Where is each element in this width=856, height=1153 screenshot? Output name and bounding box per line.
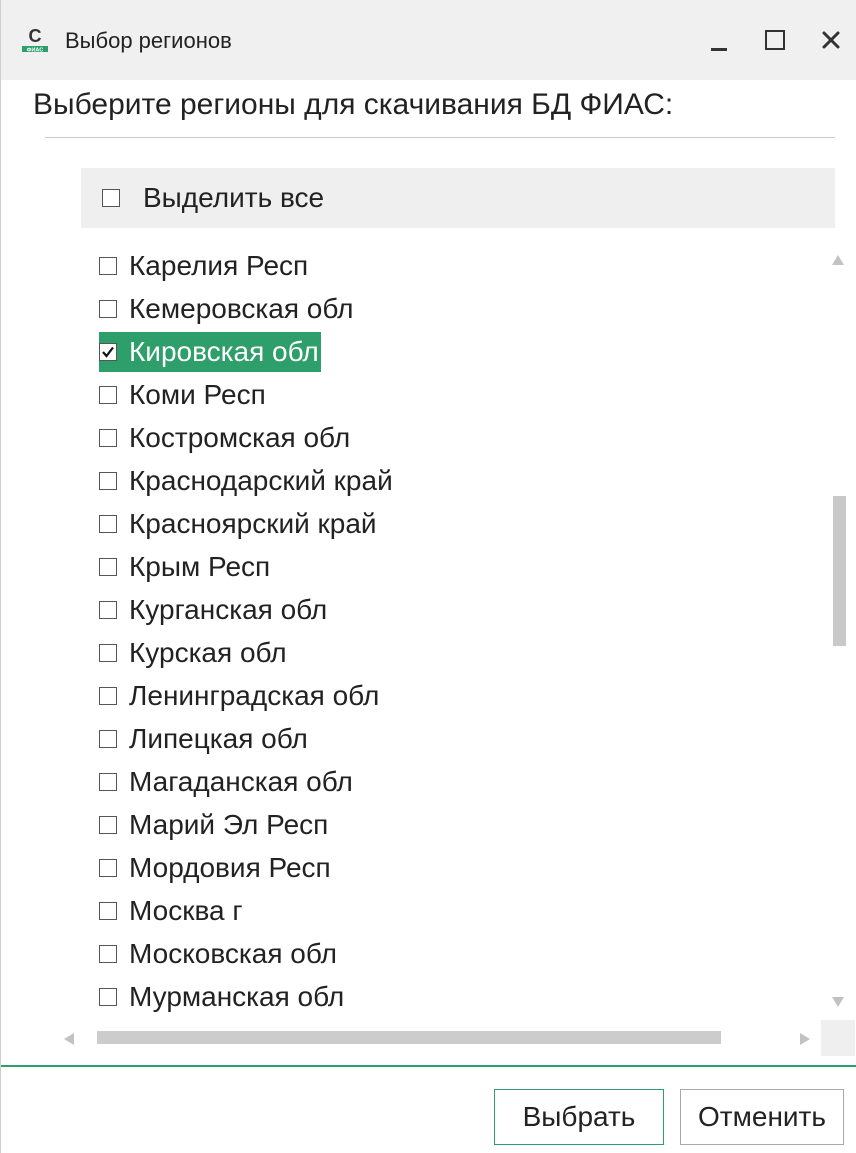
list-item[interactable]: Магаданская обл xyxy=(99,762,353,802)
title-bar[interactable]: C ФИАС Выбор регионов xyxy=(1,0,856,80)
region-checkbox[interactable] xyxy=(99,515,117,533)
region-checkbox[interactable] xyxy=(99,859,117,877)
cancel-button[interactable]: Отменить xyxy=(680,1089,844,1145)
select-all-row[interactable]: Выделить все xyxy=(81,168,835,228)
region-checkbox-checked[interactable] xyxy=(99,343,117,361)
svg-text:C: C xyxy=(29,26,42,46)
maximize-button[interactable] xyxy=(753,18,797,62)
list-item[interactable]: Москва г xyxy=(99,891,243,931)
list-item[interactable]: Карелия Респ xyxy=(99,246,308,286)
vertical-scrollbar[interactable] xyxy=(821,246,855,1018)
region-label: Магаданская обл xyxy=(129,766,353,797)
dialog-prompt: Выберите регионы для скачивания БД ФИАС: xyxy=(33,88,674,121)
list-item[interactable]: Курская обл xyxy=(99,633,287,673)
region-checkbox[interactable] xyxy=(99,257,117,275)
region-label: Красноярский край xyxy=(129,508,377,539)
window-title: Выбор регионов xyxy=(65,28,232,53)
region-label: Московская обл xyxy=(129,938,337,969)
footer-divider xyxy=(1,1065,856,1067)
region-checkbox[interactable] xyxy=(99,300,117,318)
vertical-scroll-thumb[interactable] xyxy=(833,496,846,646)
minimize-icon xyxy=(711,48,727,51)
list-item[interactable]: Коми Респ xyxy=(99,375,266,415)
region-checkbox[interactable] xyxy=(99,386,117,404)
region-checkbox[interactable] xyxy=(99,687,117,705)
region-checkbox[interactable] xyxy=(99,558,117,576)
region-checkbox[interactable] xyxy=(99,472,117,490)
region-checkbox[interactable] xyxy=(99,601,117,619)
select-all-label: Выделить все xyxy=(143,182,325,213)
select-button[interactable]: Выбрать xyxy=(494,1089,664,1145)
region-label: Кемеровская обл xyxy=(129,293,354,324)
region-label: Мордовия Респ xyxy=(129,852,331,883)
minimize-button[interactable] xyxy=(697,18,741,62)
fias-app-icon: C ФИАС xyxy=(22,26,48,54)
list-item[interactable]: Костромская обл xyxy=(99,418,350,458)
horizontal-scroll-thumb[interactable] xyxy=(97,1031,721,1044)
header-divider xyxy=(45,137,835,138)
list-item-selected[interactable]: Кировская обл xyxy=(99,332,321,372)
list-item[interactable]: Ленинградская обл xyxy=(99,676,379,716)
region-checkbox[interactable] xyxy=(99,816,117,834)
checkmark-icon xyxy=(102,346,114,358)
region-label: Карелия Респ xyxy=(129,250,309,281)
list-item[interactable]: Красноярский край xyxy=(99,504,377,544)
region-label: Курганская обл xyxy=(129,594,328,625)
region-checkbox[interactable] xyxy=(99,730,117,748)
region-checkbox[interactable] xyxy=(99,988,117,1006)
close-button[interactable] xyxy=(809,18,853,62)
select-all-checkbox[interactable] xyxy=(102,189,120,207)
region-label: Марий Эл Респ xyxy=(129,809,329,840)
list-item[interactable]: Липецкая обл xyxy=(99,719,308,759)
list-item[interactable]: Мордовия Респ xyxy=(99,848,331,888)
list-item[interactable]: Марий Эл Респ xyxy=(99,805,328,845)
horizontal-scrollbar[interactable] xyxy=(53,1020,823,1056)
region-checkbox[interactable] xyxy=(99,773,117,791)
region-selection-dialog: C ФИАС Выбор регионов Выберите регионы д… xyxy=(0,0,856,1153)
list-item[interactable]: Краснодарский край xyxy=(99,461,393,501)
scroll-down-arrow-icon[interactable] xyxy=(831,996,845,1008)
list-item[interactable]: Московская обл xyxy=(99,934,337,974)
list-item[interactable]: Курганская обл xyxy=(99,590,327,630)
scroll-right-arrow-icon[interactable] xyxy=(799,1032,811,1046)
list-item[interactable]: Крым Респ xyxy=(99,547,270,587)
region-checkbox[interactable] xyxy=(99,644,117,662)
region-label: Коми Респ xyxy=(129,379,266,410)
scroll-up-arrow-icon[interactable] xyxy=(831,254,845,266)
region-checkbox[interactable] xyxy=(99,902,117,920)
list-item[interactable]: Кемеровская обл xyxy=(99,289,353,329)
region-label: Крым Респ xyxy=(129,551,271,582)
region-label: Краснодарский край xyxy=(129,465,393,496)
region-label: Мурманская обл xyxy=(129,981,345,1012)
list-item[interactable]: Мурманская обл xyxy=(99,977,344,1016)
region-label: Липецкая обл xyxy=(129,723,308,754)
region-label: Курская обл xyxy=(129,637,287,668)
region-checkbox[interactable] xyxy=(99,945,117,963)
maximize-icon xyxy=(765,30,785,50)
region-label: Ленинградская обл xyxy=(129,680,380,711)
svg-text:ФИАС: ФИАС xyxy=(27,48,43,54)
close-icon xyxy=(822,31,840,49)
region-label: Кировская обл xyxy=(129,336,319,367)
region-checkbox[interactable] xyxy=(99,429,117,447)
scroll-left-arrow-icon[interactable] xyxy=(63,1032,75,1046)
region-label: Москва г xyxy=(129,895,243,926)
region-label: Костромская обл xyxy=(129,422,351,453)
scrollbar-corner xyxy=(821,1020,855,1056)
region-list[interactable]: Карелия Респ Кемеровская обл Кировская о… xyxy=(81,246,821,1016)
